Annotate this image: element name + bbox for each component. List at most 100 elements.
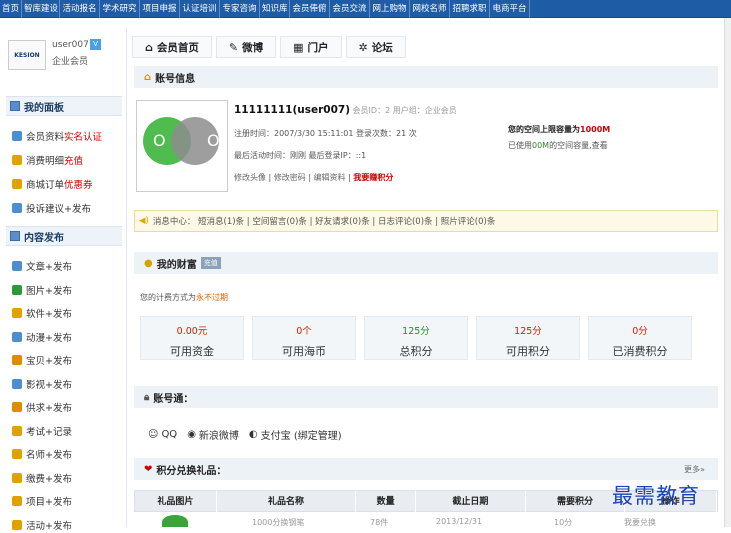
- account-name-line: 11111111(user007) 会员ID：2 用户组：企业会员: [234, 104, 457, 116]
- nav-item[interactable]: 专家咨询: [220, 0, 260, 18]
- sidebar-item-label: 软件+发布: [26, 309, 72, 320]
- sidebar-item-label: 宝贝+发布: [26, 356, 72, 367]
- stat-label: 可用资金: [170, 345, 214, 358]
- stat-value: 125分: [402, 326, 430, 337]
- stat-value: 125分: [514, 326, 542, 337]
- sidebar-item[interactable]: 宝贝+发布: [12, 352, 72, 368]
- space-quota: 您的空间上限容量为1000M: [508, 124, 610, 135]
- sidebar-item-label: 商城订单: [26, 180, 65, 191]
- panel-icon: [10, 101, 20, 111]
- qq-bind[interactable]: ☺ QQ: [148, 429, 177, 440]
- sidebar-item-extra[interactable]: 优惠券: [64, 177, 93, 191]
- tab-2[interactable]: ▦ 门户: [280, 36, 342, 58]
- wealth-stat: 125分 总积分: [364, 316, 468, 360]
- space-used-view-link[interactable]: 的空间容量,查看: [549, 141, 608, 150]
- sidebar-item[interactable]: 缴费+发布: [12, 470, 72, 486]
- grid-icon: ▦: [293, 40, 304, 54]
- nav-item[interactable]: 会员交流: [330, 0, 370, 18]
- home-icon: ⌂: [145, 40, 153, 54]
- avatar[interactable]: OO: [136, 100, 228, 192]
- sidebar-item-label: 图片+发布: [26, 285, 72, 297]
- message-center-text[interactable]: 消息中心： 短消息(1)条 | 空间留言(0)条 | 好友请求(0)条 | 日志…: [153, 215, 495, 227]
- sidebar-item-label: 消费明细: [26, 156, 65, 167]
- nav-item[interactable]: 认证培训: [180, 0, 220, 18]
- nav-item[interactable]: 网校名师: [410, 0, 450, 18]
- sidebar-item-label: 供求+发布: [26, 403, 72, 414]
- gift-image[interactable]: [162, 515, 188, 527]
- sidebar-item[interactable]: 文章+发布: [12, 258, 72, 274]
- sidebar-item-extra[interactable]: 充值: [64, 153, 83, 167]
- gift-name[interactable]: 1000分换钢笔: [252, 517, 304, 527]
- tab-3[interactable]: ✲ 论坛: [345, 36, 406, 58]
- tab-0[interactable]: ⌂ 会员首页: [132, 36, 212, 58]
- nav-item[interactable]: 活动报名: [60, 0, 100, 18]
- stat-label: 可用海币: [282, 345, 326, 358]
- pen-icon: ✎: [228, 40, 239, 54]
- menu-item-icon: [12, 331, 22, 342]
- nav-item[interactable]: 招聘求职: [450, 0, 490, 18]
- edit-profile-link[interactable]: 编辑资料: [314, 173, 346, 182]
- wealth-stat: 0.00元 可用资金: [140, 316, 244, 360]
- sidebar-item[interactable]: 动漫+发布: [12, 329, 72, 345]
- sidebar-item[interactable]: 活动+发布: [12, 517, 72, 533]
- nav-item[interactable]: 知识库: [260, 0, 290, 18]
- section-my-panel[interactable]: 我的面板: [6, 96, 122, 116]
- sidebar-item[interactable]: 影视+发布: [12, 376, 72, 392]
- coin-icon: ●: [144, 257, 153, 269]
- table-row: 1000分换钢笔 78件 2013/12/31 10分 我要兑换: [134, 513, 718, 527]
- tab-label: 论坛: [371, 41, 393, 54]
- sidebar-item[interactable]: 投诉建议+发布: [12, 200, 91, 216]
- sidebar-item-label: 会员资料: [26, 132, 65, 143]
- recharge-tag[interactable]: 充值: [200, 257, 221, 269]
- display-name: 11111111(user007): [234, 104, 350, 116]
- account-links: 修改头像 | 修改密码 | 编辑资料 | 我要赚积分: [234, 173, 394, 182]
- tab-1[interactable]: ✎ 微博: [215, 36, 277, 58]
- main-content: ⌂ 会员首页 ✎ 微博 ▦ 门户 ✲ 论坛 ⌂ 账号信息 OO 11111111(user00…: [132, 30, 722, 527]
- sidebar-item[interactable]: 项目+发布: [12, 493, 72, 509]
- nav-item[interactable]: 电商平台: [490, 0, 530, 18]
- nav-item[interactable]: 网上购物: [370, 0, 410, 18]
- menu-item-icon: [12, 355, 22, 365]
- more-gifts-link[interactable]: 更多»: [684, 464, 705, 475]
- nav-item[interactable]: 会员俸俯: [290, 0, 330, 18]
- scrollbar[interactable]: [724, 18, 731, 527]
- gift-qty: 78件: [370, 518, 389, 527]
- nav-item[interactable]: 智库建设: [22, 0, 60, 18]
- alipay-bind[interactable]: ◐ 支付宝 (绑定管理): [249, 427, 342, 442]
- menu-item-icon: [12, 179, 22, 189]
- section-title: 内容发布: [24, 232, 64, 244]
- sidebar-item[interactable]: 消费明细 充值: [12, 152, 83, 168]
- profile-card: KESION user007 V 企业会员: [8, 38, 123, 76]
- bind-label: QQ: [161, 429, 178, 440]
- column-header: 礼品图片: [135, 491, 217, 513]
- menu-item-icon: [12, 472, 22, 483]
- nav-item[interactable]: 项目申报: [140, 0, 180, 18]
- sidebar-item-extra[interactable]: 实名认证: [64, 129, 102, 143]
- sidebar-item[interactable]: 图片+发布: [12, 282, 72, 298]
- change-avatar-link[interactable]: 修改头像: [234, 173, 266, 182]
- alipay-icon: ◐: [248, 429, 258, 440]
- sidebar-item[interactable]: 考试+记录: [12, 423, 72, 439]
- lock-icon: 🔒︎: [144, 391, 150, 403]
- sidebar-item-label: 名师+发布: [26, 450, 72, 461]
- sidebar-item-label: 影视+发布: [26, 379, 72, 391]
- section-content-publish[interactable]: 内容发布: [6, 226, 122, 246]
- sidebar-item[interactable]: 软件+发布: [12, 305, 72, 321]
- sidebar-item[interactable]: 名师+发布: [12, 446, 72, 462]
- change-password-link[interactable]: 修改密码: [274, 173, 306, 182]
- panel-icon: [10, 231, 20, 241]
- exchange-button[interactable]: 我要兑换: [624, 517, 656, 527]
- weibo-bind[interactable]: ◉ 新浪微博: [187, 427, 239, 442]
- earn-points-link[interactable]: 我要赚积分: [353, 173, 393, 182]
- sidebar-item[interactable]: 会员资料 实名认证: [12, 128, 102, 144]
- nav-item[interactable]: 学术研究: [100, 0, 140, 18]
- stat-label: 已消费积分: [612, 345, 668, 358]
- user-role: 企业会员: [52, 57, 89, 67]
- message-center-bar: ◀) 消息中心： 短消息(1)条 | 空间留言(0)条 | 好友请求(0)条 |…: [134, 210, 718, 232]
- sidebar-item[interactable]: 商城订单 优惠券: [12, 176, 93, 192]
- username[interactable]: user007: [52, 40, 89, 50]
- wealth-stat: 0分 已消费积分: [588, 316, 692, 360]
- top-navigation: 首页 智库建设 活动报名 学术研究 项目申报 认证培训 专家咨询 知识库 会员俸俯 会员交流 网上购…: [0, 0, 731, 18]
- nav-item[interactable]: 首页: [0, 0, 22, 18]
- sidebar-item[interactable]: 供求+发布: [12, 399, 72, 415]
